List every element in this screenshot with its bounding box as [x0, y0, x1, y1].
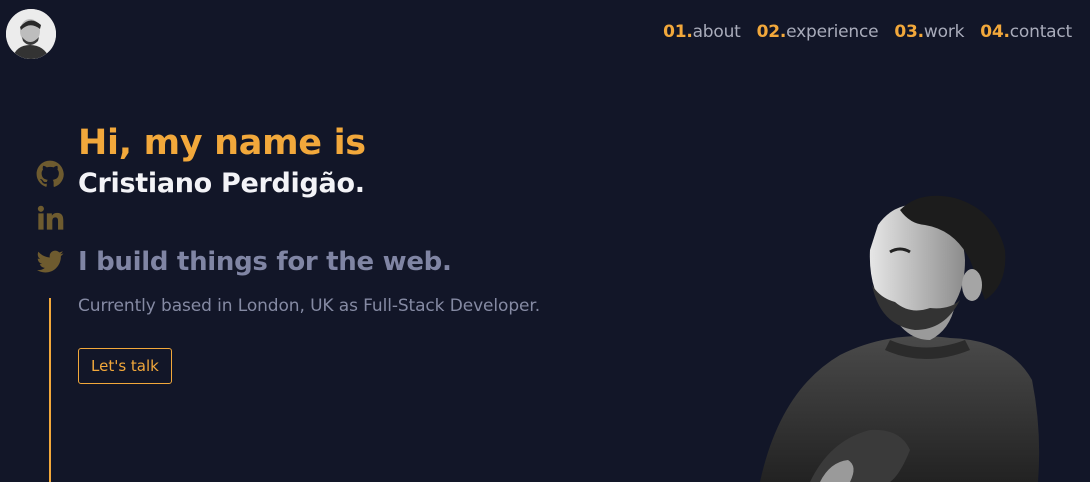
hero-name: Cristiano Perdigão. — [78, 167, 365, 199]
nav-number: 04. — [980, 22, 1010, 42]
avatar[interactable] — [6, 9, 56, 59]
hero-subtitle: Currently based in London, UK as Full-St… — [78, 296, 541, 317]
nav-item-contact[interactable]: 04.contact — [980, 22, 1072, 42]
nav-number: 02. — [756, 22, 787, 42]
avatar-photo-icon — [6, 9, 56, 59]
social-divider-line — [49, 298, 51, 482]
nav-number: 01. — [663, 22, 693, 42]
linkedin-icon[interactable] — [36, 204, 64, 232]
nav-label: experience — [786, 22, 879, 42]
nav-item-about[interactable]: 01.about — [663, 22, 741, 42]
twitter-icon[interactable] — [36, 248, 64, 276]
nav-number: 03. — [894, 22, 924, 42]
social-links — [36, 160, 66, 292]
lets-talk-button[interactable]: Let's talk — [78, 348, 172, 385]
nav-label: work — [923, 22, 965, 42]
nav-item-work[interactable]: 03.work — [894, 22, 964, 42]
nav-item-experience[interactable]: 02.experience — [757, 22, 879, 42]
page: 01.about 02.experience 03.work 04.contac… — [0, 0, 1090, 482]
nav-label: about — [692, 22, 741, 42]
portrait-photo-icon — [760, 195, 1040, 482]
github-icon[interactable] — [36, 160, 64, 188]
nav-label: contact — [1009, 22, 1072, 42]
hero-tagline: I build things for the web. — [78, 246, 452, 277]
hero-section: Hi, my name is Cristiano Perdigão. I bui… — [78, 122, 541, 385]
main-nav: 01.about 02.experience 03.work 04.contac… — [663, 22, 1072, 42]
hero-greeting: Hi, my name is — [78, 123, 366, 163]
